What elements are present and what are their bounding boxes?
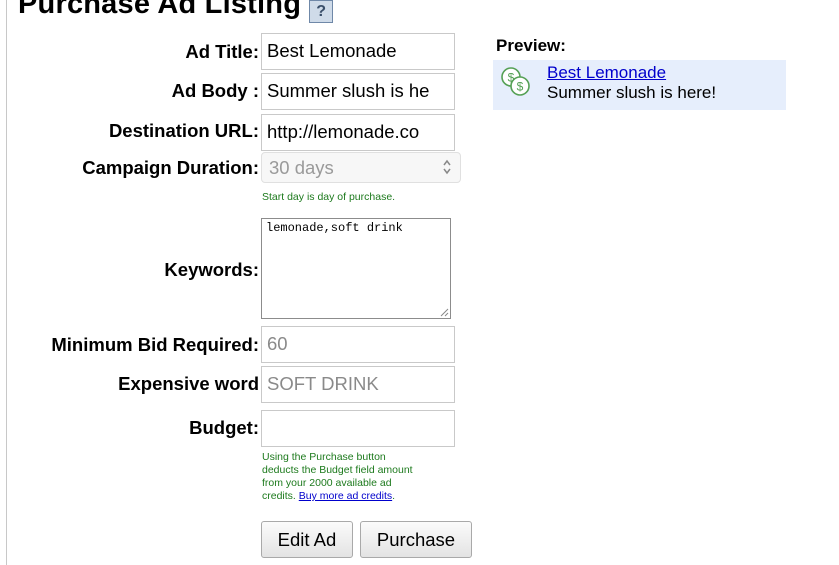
campaign-duration-label: Campaign Duration: <box>82 157 259 178</box>
destination-url-input[interactable]: http://lemonade.co <box>261 114 455 151</box>
page-title: Purchase Ad Listing <box>18 0 302 20</box>
resize-grip-icon[interactable] <box>439 307 449 317</box>
budget-hint-line: deducts the Budget field amount <box>262 464 413 476</box>
duration-hint: Start day is day of purchase. <box>262 191 396 203</box>
preview-label: Preview: <box>496 36 566 55</box>
buy-credits-link[interactable]: Buy more ad credits <box>299 490 392 502</box>
left-border <box>6 0 7 565</box>
campaign-duration-value: 30 days <box>269 157 334 178</box>
edit-ad-button[interactable]: Edit Ad <box>261 521 353 558</box>
purchase-button[interactable]: Purchase <box>360 521 472 558</box>
ad-body-label: Ad Body : <box>171 80 259 101</box>
ad-body-input[interactable]: Summer slush is he <box>261 73 455 110</box>
keywords-label: Keywords: <box>164 259 259 280</box>
ad-preview: $ $ Best Lemonade Summer slush is here! <box>493 60 786 110</box>
destination-url-label: Destination URL: <box>108 120 259 141</box>
budget-hint-text: credits. <box>262 490 296 502</box>
budget-label: Budget: <box>189 417 259 438</box>
min-bid-field: 60 <box>261 326 455 363</box>
expensive-word-label: Expensive word <box>118 373 259 394</box>
keywords-value: lemonade,soft drink <box>266 221 403 235</box>
budget-hint-line: Using the Purchase button <box>262 451 386 463</box>
min-bid-label: Minimum Bid Required: <box>51 334 259 355</box>
help-button[interactable]: ? <box>309 0 334 23</box>
svg-text:$: $ <box>517 80 524 94</box>
budget-input[interactable] <box>261 410 455 447</box>
ad-title-label: Ad Title: <box>185 41 259 62</box>
budget-hint-line: from your 2000 available ad <box>262 477 392 489</box>
preview-title-link[interactable]: Best Lemonade <box>547 63 666 83</box>
coins-icon: $ $ <box>501 67 530 96</box>
keywords-textarea[interactable]: lemonade,soft drink <box>261 218 451 319</box>
chevron-updown-icon <box>443 159 451 175</box>
preview-body: Summer slush is here! <box>547 83 717 102</box>
expensive-word-field: SOFT DRINK <box>261 366 455 403</box>
campaign-duration-select[interactable]: 30 days <box>261 152 461 183</box>
page-header: Purchase Ad Listing ? <box>18 0 334 24</box>
ad-title-input[interactable]: Best Lemonade <box>261 33 455 70</box>
budget-hint-end: . <box>392 490 396 502</box>
budget-hint-line-last: credits. Buy more ad credits. <box>262 490 462 503</box>
budget-hint: Using the Purchase button deducts the Bu… <box>262 451 462 503</box>
